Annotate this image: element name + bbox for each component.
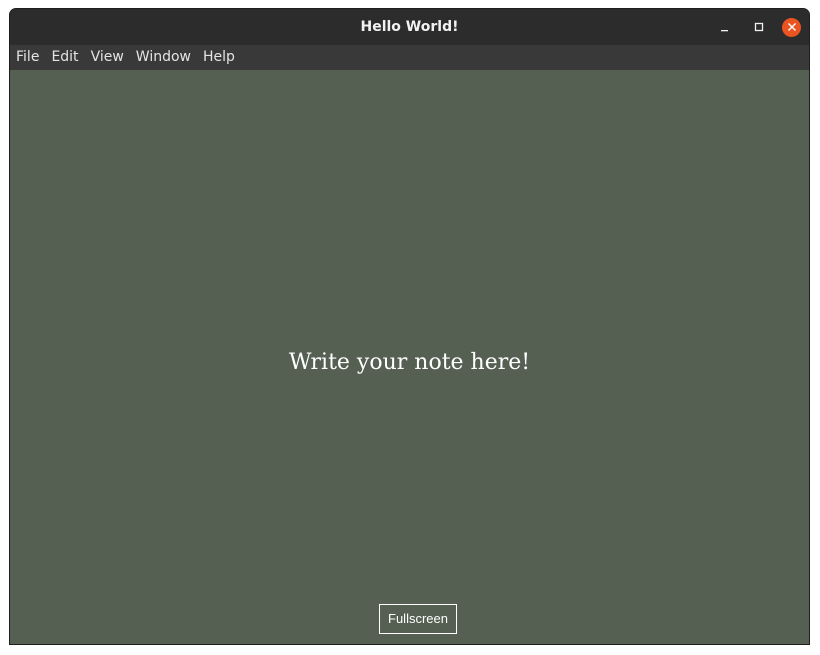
close-icon <box>787 23 796 31</box>
minimize-icon <box>721 30 728 32</box>
note-area[interactable]: Write your note here! Fullscreen <box>10 70 809 644</box>
menu-file[interactable]: File <box>10 45 45 70</box>
menu-bar: File Edit View Window Help <box>10 45 809 70</box>
menu-help[interactable]: Help <box>197 45 241 70</box>
menu-window[interactable]: Window <box>130 45 197 70</box>
title-bar[interactable]: Hello World! <box>10 9 809 45</box>
menu-view[interactable]: View <box>85 45 130 70</box>
menu-edit[interactable]: Edit <box>45 45 84 70</box>
app-window: Hello World! File Edit View Window Help … <box>9 8 810 645</box>
maximize-icon <box>754 22 764 32</box>
maximize-button[interactable] <box>749 17 769 37</box>
close-button[interactable] <box>782 17 801 37</box>
note-text[interactable]: Write your note here! <box>10 350 809 375</box>
window-title: Hello World! <box>360 19 459 35</box>
fullscreen-button[interactable]: Fullscreen <box>379 604 457 634</box>
minimize-button[interactable] <box>715 17 735 37</box>
